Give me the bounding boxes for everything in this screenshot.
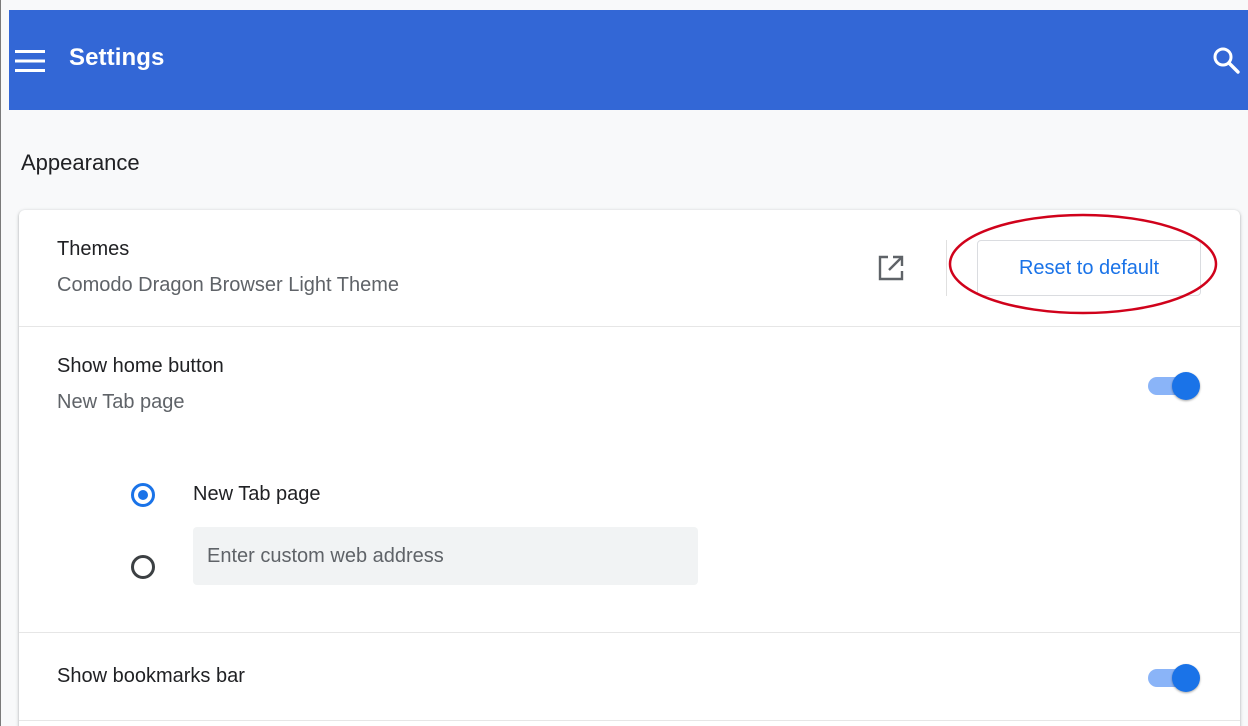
vertical-separator [946, 240, 947, 296]
radio-new-tab-page-label: New Tab page [193, 483, 321, 505]
home-button-row: Show home button New Tab page New Tab pa… [19, 326, 1240, 632]
page-title: Settings [69, 44, 165, 71]
open-in-new-icon[interactable] [875, 252, 907, 284]
settings-header: Settings [9, 10, 1248, 110]
hamburger-menu-icon[interactable] [13, 47, 47, 75]
themes-label: Themes [57, 238, 130, 260]
search-icon[interactable] [1211, 45, 1241, 75]
radio-custom-address[interactable] [131, 555, 155, 579]
home-button-toggle[interactable] [1146, 370, 1202, 400]
toggle-knob [1172, 372, 1200, 400]
next-row-edge [19, 720, 1240, 726]
reset-to-default-button[interactable]: Reset to default [977, 240, 1201, 296]
bookmarks-bar-toggle[interactable] [1146, 662, 1202, 692]
section-title-appearance: Appearance [21, 150, 140, 175]
home-button-value: New Tab page [57, 391, 185, 413]
themes-row: Themes Comodo Dragon Browser Light Theme… [19, 210, 1240, 326]
themes-value: Comodo Dragon Browser Light Theme [57, 274, 400, 296]
radio-new-tab-page[interactable] [131, 483, 155, 507]
bookmarks-bar-row: Show bookmarks bar [19, 632, 1240, 720]
toggle-knob [1172, 664, 1200, 692]
settings-window: Settings Appearance Themes Comodo Dragon… [0, 0, 1248, 726]
home-button-label: Show home button [57, 355, 224, 377]
bookmarks-bar-label: Show bookmarks bar [57, 665, 245, 687]
custom-web-address-input[interactable] [193, 527, 698, 585]
appearance-card: Themes Comodo Dragon Browser Light Theme… [19, 210, 1240, 726]
